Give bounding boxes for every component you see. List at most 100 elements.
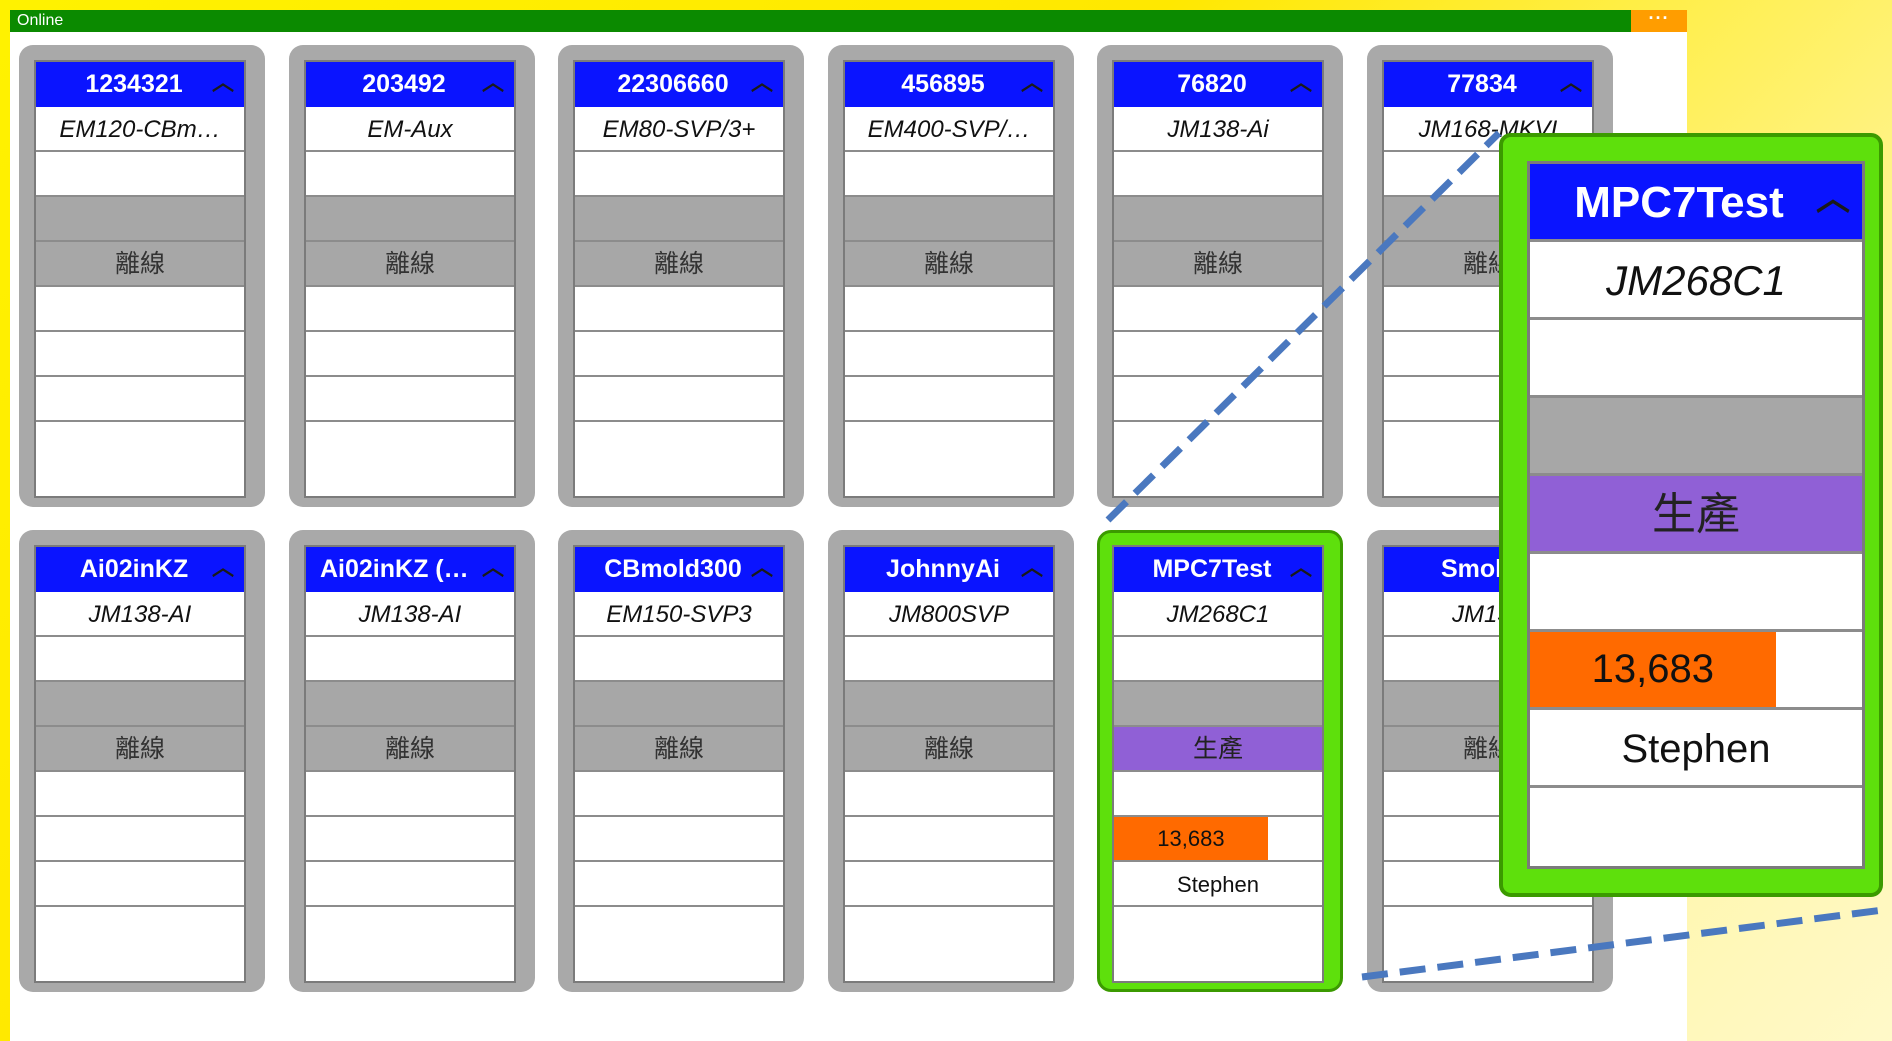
- machine-id: 76820: [1177, 70, 1247, 98]
- empty-row: [845, 422, 1053, 467]
- zoom-count-bar: 13,683: [1530, 632, 1776, 707]
- machine-header[interactable]: Ai02inKZ ︿: [36, 547, 244, 592]
- machine-header[interactable]: JohnnyAi ︿: [845, 547, 1053, 592]
- machine-id: 203492: [362, 70, 446, 98]
- chevron-up-icon[interactable]: ︿: [1017, 68, 1047, 98]
- gray-row: [1114, 197, 1322, 242]
- empty-row: [845, 332, 1053, 377]
- machine-header[interactable]: CBmold300 ︿: [575, 547, 783, 592]
- machine-header[interactable]: 77834 ︿: [1384, 62, 1592, 107]
- zoom-status: 生產: [1530, 476, 1862, 554]
- machine-card[interactable]: Ai02inKZ (O… ︿ JM138-AI 離線: [289, 530, 535, 992]
- empty-row: [1114, 637, 1322, 682]
- count-bar: 13,683: [1114, 817, 1268, 860]
- machine-id: Ai02inKZ (O…: [320, 555, 488, 583]
- machine-card[interactable]: 1234321 ︿ EM120-CBm… 離線: [19, 45, 265, 507]
- machine-card-body: 456895 ︿ EM400-SVP/… 離線: [843, 60, 1055, 498]
- machine-model-row: JM138-AI: [306, 592, 514, 637]
- zoom-model-row: JM268C1: [1530, 242, 1862, 320]
- machine-header[interactable]: 456895 ︿: [845, 62, 1053, 107]
- machine-status: 離線: [845, 727, 1053, 772]
- empty-row: [845, 817, 1053, 862]
- chevron-up-icon[interactable]: ︿: [1556, 68, 1586, 98]
- machine-model: JM138-AI: [88, 601, 192, 628]
- empty-row: [575, 287, 783, 332]
- empty-row: [845, 152, 1053, 197]
- machine-card[interactable]: Ai02inKZ ︿ JM138-AI 離線: [19, 530, 265, 992]
- machine-card-body: Ai02inKZ (O… ︿ JM138-AI 離線: [304, 545, 516, 983]
- empty-row: [1114, 152, 1322, 197]
- empty-row: [36, 422, 244, 467]
- machine-header[interactable]: 203492 ︿: [306, 62, 514, 107]
- machine-model-row: JM268C1: [1114, 592, 1322, 637]
- title-bar: Online ···: [10, 9, 1687, 32]
- chevron-up-icon[interactable]: ︿: [478, 68, 508, 98]
- machine-status: 生產: [1114, 727, 1322, 772]
- zoom-callout: MPC7Test ︿ JM268C1 生產 13,683 Stephen: [1499, 133, 1883, 897]
- machine-card[interactable]: MPC7Test ︿ JM268C1 生產 13,683 Stephen: [1097, 530, 1343, 992]
- machine-header[interactable]: 22306660 ︿: [575, 62, 783, 107]
- empty-row: [845, 772, 1053, 817]
- machine-model-row: JM138-Ai: [1114, 107, 1322, 152]
- machine-model-row: EM150-SVP3: [575, 592, 783, 637]
- machine-status: 離線: [36, 727, 244, 772]
- machine-card[interactable]: JohnnyAi ︿ JM800SVP 離線: [828, 530, 1074, 992]
- machine-header[interactable]: Ai02inKZ (O… ︿: [306, 547, 514, 592]
- machine-id: 1234321: [85, 70, 183, 98]
- empty-row: [306, 332, 514, 377]
- empty-row: [1384, 907, 1592, 952]
- machine-card[interactable]: 456895 ︿ EM400-SVP/… 離線: [828, 45, 1074, 507]
- chevron-up-icon[interactable]: ︿: [208, 553, 238, 583]
- gray-row: [306, 682, 514, 727]
- empty-row: [36, 817, 244, 862]
- machine-card[interactable]: 203492 ︿ EM-Aux 離線: [289, 45, 535, 507]
- more-menu-button[interactable]: ···: [1631, 9, 1687, 32]
- machine-model: EM400-SVP/…: [867, 116, 1031, 143]
- window-title: Online: [17, 12, 64, 29]
- empty-row: [36, 287, 244, 332]
- empty-row: [36, 907, 244, 952]
- machine-id: CBmold300: [604, 555, 742, 583]
- empty-row: [575, 862, 783, 907]
- gray-row: [36, 682, 244, 727]
- zoom-machine-header[interactable]: MPC7Test ︿: [1530, 164, 1862, 242]
- empty-row: [575, 377, 783, 422]
- machine-model-row: EM400-SVP/…: [845, 107, 1053, 152]
- chevron-up-icon[interactable]: ︿: [478, 553, 508, 583]
- machine-card[interactable]: 76820 ︿ JM138-Ai 離線: [1097, 45, 1343, 507]
- empty-row: [306, 422, 514, 467]
- machine-id: 456895: [901, 70, 985, 98]
- zoom-count-row: 13,683: [1530, 632, 1862, 710]
- empty-row: [306, 377, 514, 422]
- chevron-up-icon[interactable]: ︿: [1286, 68, 1316, 98]
- empty-row: [36, 862, 244, 907]
- machine-card-body: 203492 ︿ EM-Aux 離線: [304, 60, 516, 498]
- empty-row: [1114, 287, 1322, 332]
- chevron-up-icon[interactable]: ︿: [1812, 178, 1854, 220]
- chevron-up-icon[interactable]: ︿: [1286, 553, 1316, 583]
- machine-header[interactable]: MPC7Test ︿: [1114, 547, 1322, 592]
- machine-status: 離線: [575, 242, 783, 287]
- machine-id: JohnnyAi: [886, 555, 1000, 583]
- empty-row: [306, 862, 514, 907]
- machine-header[interactable]: 1234321 ︿: [36, 62, 244, 107]
- machine-card-body: 22306660 ︿ EM80-SVP/3+ 離線: [573, 60, 785, 498]
- empty-row: [575, 817, 783, 862]
- zoom-empty-row: [1530, 788, 1862, 866]
- machine-header[interactable]: 76820 ︿: [1114, 62, 1322, 107]
- chevron-up-icon[interactable]: ︿: [208, 68, 238, 98]
- machine-model: EM150-SVP3: [606, 601, 752, 628]
- empty-row: [845, 862, 1053, 907]
- chevron-up-icon[interactable]: ︿: [747, 553, 777, 583]
- empty-row: [575, 152, 783, 197]
- zoom-machine-id: MPC7Test: [1574, 178, 1784, 227]
- machine-status: 離線: [36, 242, 244, 287]
- machine-card[interactable]: CBmold300 ︿ EM150-SVP3 離線: [558, 530, 804, 992]
- online-window: Online ··· 1234321 ︿ EM120-CBm… 離線 203492 ︿ EM…: [10, 9, 1687, 1041]
- machine-id: 22306660: [617, 70, 729, 98]
- empty-row: [1114, 772, 1322, 817]
- chevron-up-icon[interactable]: ︿: [747, 68, 777, 98]
- machine-status: 離線: [1114, 242, 1322, 287]
- chevron-up-icon[interactable]: ︿: [1017, 553, 1047, 583]
- machine-card[interactable]: 22306660 ︿ EM80-SVP/3+ 離線: [558, 45, 804, 507]
